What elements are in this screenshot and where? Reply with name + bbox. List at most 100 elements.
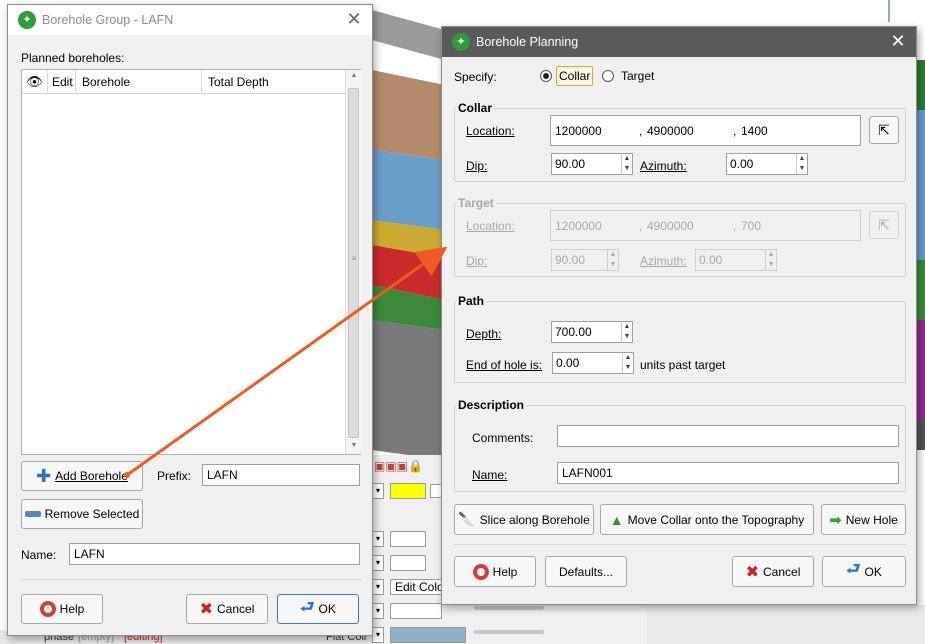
collar-azimuth-value[interactable]: 0.00 — [730, 157, 753, 171]
comma-separator: , — [639, 124, 643, 138]
help-label: Help — [59, 602, 85, 616]
bg-dropdown-1[interactable]: ▾ — [372, 483, 384, 499]
cancel-button[interactable]: ✖ Cancel — [186, 594, 268, 624]
target-x-value: 1200000 — [555, 219, 602, 233]
knife-icon: 🔪 — [458, 511, 476, 527]
path-heading: Path — [456, 294, 487, 308]
ok-button[interactable]: ⮐ OK — [277, 594, 359, 624]
target-heading: Target — [456, 196, 496, 210]
add-borehole-button[interactable]: ✚ Add Borehole — [21, 461, 143, 491]
collar-y-value[interactable]: 4900000 — [647, 124, 694, 138]
collar-pick-button[interactable]: ⇱ — [869, 116, 899, 144]
spin-arrows-icon[interactable]: ▲ ▼ — [796, 154, 807, 174]
collar-z-value[interactable]: 1400 — [741, 124, 768, 138]
depth-spinner[interactable]: 700.00 ▲ ▼ — [551, 321, 633, 343]
target-location-input: 1200000 , 4900000 , 700 — [550, 210, 861, 241]
bg-dropdown-2[interactable]: ▾ — [372, 531, 384, 547]
spin-arrows-icon[interactable]: ▲ ▼ — [621, 154, 632, 174]
slice-label: Slice along Borehole — [479, 512, 590, 527]
name-input[interactable]: LAFN — [69, 543, 360, 565]
bg-dropdown-6[interactable]: ▾ — [372, 627, 384, 643]
column-header-borehole[interactable]: Borehole — [76, 70, 202, 94]
comma-separator: , — [733, 124, 737, 138]
bg-field-3[interactable] — [390, 555, 426, 571]
description-name-label: Name: — [472, 468, 508, 482]
defaults-button[interactable]: Defaults... — [545, 556, 627, 587]
depth-value[interactable]: 700.00 — [555, 325, 592, 339]
collar-location-input[interactable]: 1200000 , 4900000 , 1400 — [550, 115, 861, 146]
comments-label: Comments: — [472, 431, 534, 445]
lifebuoy-icon — [472, 563, 489, 580]
red-x-icon: ✖ — [745, 563, 760, 581]
planned-boreholes-label: Planned boreholes: — [21, 51, 125, 65]
comma-separator: , — [639, 219, 643, 233]
remove-selected-button[interactable]: Remove Selected — [21, 499, 143, 529]
cancel-label: Cancel — [763, 564, 801, 579]
close-icon[interactable]: ✕ — [888, 32, 908, 52]
planning-cancel-button[interactable]: ✖ Cancel — [732, 556, 814, 587]
borehole-group-dialog: ✦ Borehole Group - LAFN ✕ Planned boreho… — [7, 4, 373, 636]
collar-radio[interactable] — [540, 70, 552, 82]
collar-x-value[interactable]: 1200000 — [555, 124, 602, 138]
target-azimuth-spinner: 0.00 ▲ ▼ — [695, 249, 777, 271]
spin-arrows-icon: ▲ ▼ — [765, 250, 776, 270]
bg-dropdown-4[interactable]: ▾ — [372, 579, 384, 595]
collar-dip-spinner[interactable]: 90.00 ▲ ▼ — [551, 153, 633, 175]
bg-dropdown-3[interactable]: ▾ — [372, 555, 384, 571]
move-collar-topography-button[interactable]: ▲ Move Collar onto the Topography — [600, 504, 814, 535]
bg-toolbar-icons[interactable]: ▣▣▣🔒 — [374, 459, 436, 477]
collar-azimuth-spinner[interactable]: 0.00 ▲ ▼ — [726, 153, 808, 175]
column-header-edit[interactable]: Edit — [48, 70, 76, 94]
help-button[interactable]: Help — [21, 594, 103, 624]
target-z-value: 700 — [741, 219, 762, 233]
dialog-title: Borehole Group - LAFN — [42, 13, 174, 27]
column-header-total-depth[interactable]: Total Depth — [202, 70, 346, 94]
scroll-thumb[interactable]: ≡ — [348, 88, 359, 438]
planning-ok-button[interactable]: ⮐ OK — [822, 556, 906, 587]
column-header-visibility[interactable]: 👁 — [22, 70, 48, 94]
target-azimuth-label: Azimuth: — [640, 254, 687, 268]
bg-dropdown-5[interactable]: ▾ — [372, 603, 384, 619]
planning-help-button[interactable]: Help — [454, 556, 536, 587]
grip-icon: ≡ — [351, 254, 357, 263]
target-radio[interactable] — [602, 70, 614, 82]
bg-slider-1[interactable] — [474, 606, 544, 610]
units-past-target-label: units past target — [640, 358, 726, 372]
eye-icon: 👁 — [26, 74, 43, 89]
scroll-down-icon[interactable]: ▼ — [346, 442, 362, 449]
new-hole-button[interactable]: ➡ New Hole — [821, 504, 906, 535]
plus-icon: ✚ — [36, 466, 52, 486]
table-scrollbar[interactable]: ▲ ≡ ▼ — [345, 70, 361, 454]
mountain-icon: ▲ — [609, 511, 624, 528]
comments-input[interactable] — [557, 425, 899, 447]
bg-color-swatch[interactable] — [390, 483, 426, 499]
new-hole-label: New Hole — [845, 512, 898, 527]
return-arrow-icon: ⮐ — [846, 561, 861, 578]
bg-field-2[interactable] — [390, 531, 426, 547]
bg-blue-swatch[interactable] — [390, 627, 466, 643]
prefix-input[interactable]: LAFN — [202, 464, 360, 486]
minus-icon — [24, 511, 41, 517]
divider — [21, 579, 361, 580]
boreholes-table[interactable]: 👁 Edit Borehole Total Depth ▲ ≡ ▼ — [21, 69, 361, 455]
description-name-input[interactable]: LAFN001 — [557, 462, 899, 484]
bg-edit-color-button[interactable]: Edit Colo — [390, 579, 442, 595]
ok-label: OK — [864, 564, 882, 579]
spin-arrows-icon[interactable]: ▲ ▼ — [622, 353, 633, 373]
slice-along-borehole-button[interactable]: 🔪 Slice along Borehole — [454, 504, 594, 535]
spin-arrows-icon[interactable]: ▲ ▼ — [621, 322, 632, 342]
end-of-hole-spinner[interactable]: 0.00 ▲ ▼ — [552, 352, 634, 374]
bg-field-5[interactable] — [390, 603, 442, 619]
specify-label: Specify: — [454, 70, 497, 84]
scroll-up-icon[interactable]: ▲ — [346, 72, 362, 79]
collar-option-label[interactable]: Collar — [556, 66, 594, 86]
target-dip-value: 90.00 — [555, 253, 586, 267]
bg-slider-2[interactable] — [474, 630, 544, 634]
end-of-hole-label: End of hole is: — [466, 358, 543, 372]
target-option-label[interactable]: Target — [621, 69, 654, 83]
close-icon[interactable]: ✕ — [344, 10, 364, 30]
spin-arrows-icon: ▲ ▼ — [607, 250, 618, 270]
end-of-hole-value[interactable]: 0.00 — [556, 356, 579, 370]
target-location-label: Location: — [466, 219, 515, 233]
collar-dip-value[interactable]: 90.00 — [555, 157, 585, 171]
